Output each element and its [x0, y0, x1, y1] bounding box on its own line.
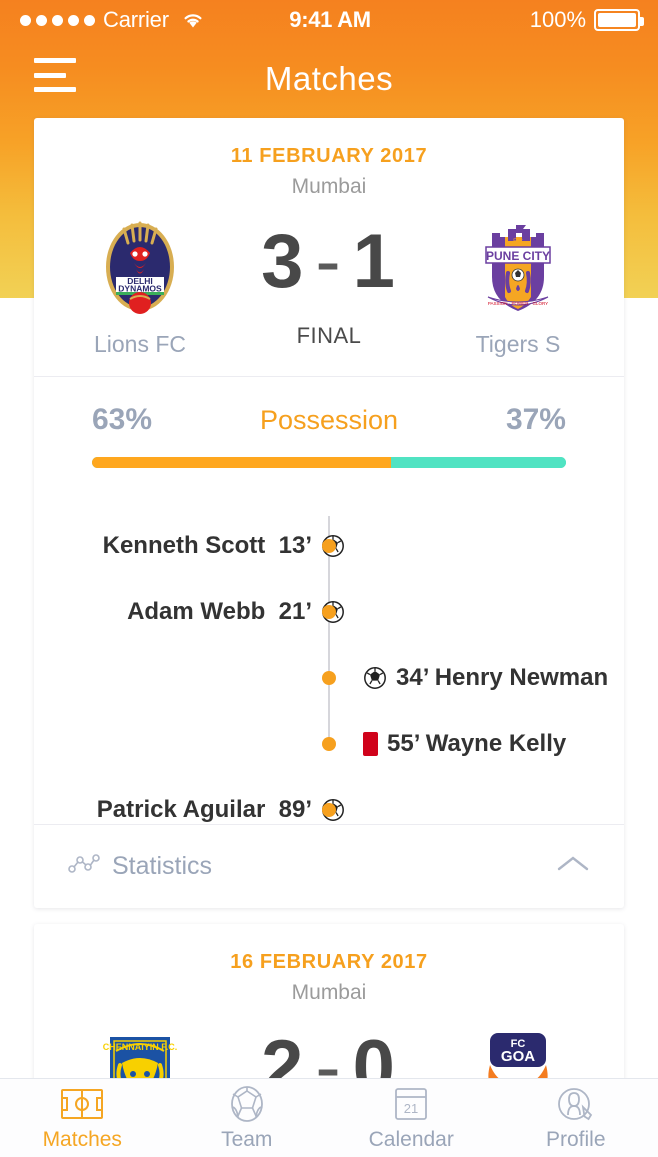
- possession-section: 63% Possession 37%: [34, 377, 624, 468]
- possession-bar-away: [390, 457, 566, 468]
- away-score: 1: [352, 219, 397, 304]
- svg-text:GOA: GOA: [501, 1048, 535, 1065]
- match-city: Mumbai: [291, 175, 367, 198]
- tab-calendar[interactable]: 21 Calendar: [329, 1079, 494, 1157]
- red-card-icon: [363, 732, 378, 756]
- timeline-event-label: Adam Webb 21’: [127, 598, 312, 625]
- soccer-ball-icon: [225, 1084, 269, 1124]
- statistics-label: Statistics: [112, 852, 213, 880]
- away-score: 0: [352, 1025, 397, 1080]
- status-bar: Carrier 9:41 AM 100%: [0, 0, 658, 40]
- home-team[interactable]: DELHI DYNAMOS Lions FC: [52, 213, 228, 358]
- timeline-event-label: 34’ Henry Newman: [396, 664, 609, 691]
- match-date: 11 FEBRUARY 2017: [230, 145, 428, 167]
- matches-scroll-area[interactable]: 11 FEBRUARY 2017 Mumbai DELHI DYNAMOS Li…: [0, 0, 658, 1080]
- tab-profile-label: Profile: [545, 1128, 606, 1151]
- timeline-event: 55’ Wayne Kelly: [354, 730, 566, 758]
- scoreline: CHENNAIYIN F.C. 2-0 FC GOA: [34, 1005, 624, 1080]
- home-score: 2: [261, 1025, 306, 1080]
- battery-full-icon: [594, 9, 645, 31]
- status-bar-left: Carrier: [0, 7, 289, 33]
- svg-text:CHENNAIYIN F.C.: CHENNAIYIN F.C.: [103, 1042, 178, 1052]
- home-team[interactable]: CHENNAIYIN F.C.: [52, 1019, 228, 1080]
- possession-label: Possession: [259, 405, 399, 435]
- statistics-toggle-row[interactable]: Statistics: [34, 824, 624, 908]
- chennaiyin-fc-crest: CHENNAIYIN F.C.: [94, 1019, 186, 1080]
- fc-goa-crest: FC GOA: [472, 1019, 564, 1080]
- pune-city-crest: F C PUNE CITY PASSION · POWER · GLORY: [472, 213, 564, 317]
- home-team-name: Lions FC: [93, 331, 187, 357]
- svg-text:PUNE CITY: PUNE CITY: [486, 249, 550, 263]
- signal-strength-icon: [20, 14, 95, 26]
- tab-calendar-label: Calendar: [368, 1128, 454, 1151]
- calendar-badge: 21: [404, 1101, 418, 1116]
- timeline-event-label: Patrick Aguilar 89’: [96, 796, 312, 823]
- timeline-event: Adam Webb 21’: [127, 598, 354, 626]
- svg-text:PASSION · POWER · GLORY: PASSION · POWER · GLORY: [488, 301, 548, 306]
- navigation-bar: Matches: [0, 40, 658, 118]
- match-status: FINAL: [296, 323, 362, 348]
- profile-edit-icon: [554, 1084, 598, 1124]
- score-value: 3-1: [261, 219, 397, 305]
- timeline-event-dot: [322, 539, 336, 553]
- timeline-event-dot: [322, 737, 336, 751]
- possession-bar: [92, 457, 566, 468]
- battery-percent-label: 100%: [529, 7, 587, 32]
- delhi-dynamos-crest: DELHI DYNAMOS: [94, 213, 186, 317]
- carrier-label: Carrier: [103, 7, 169, 32]
- match-events-timeline: Kenneth Scott 13’ Adam Webb 21’ 34’ Henry …: [34, 468, 624, 823]
- timeline-event-dot: [322, 671, 336, 685]
- scoreline: DELHI DYNAMOS Lions FC 3-1 FINAL F C PUN…: [34, 199, 624, 358]
- hamburger-menu-icon[interactable]: [34, 58, 76, 92]
- tab-team[interactable]: Team: [165, 1079, 330, 1157]
- away-team[interactable]: FC GOA: [430, 1019, 606, 1080]
- match-card[interactable]: 16 FEBRUARY 2017 Mumbai CHENNAIYIN F.C.: [34, 924, 624, 1080]
- wifi-icon: [181, 11, 205, 29]
- timeline-event-label: 55’ Wayne Kelly: [387, 730, 567, 757]
- timeline-event: Kenneth Scott 13’: [103, 532, 354, 560]
- calendar-icon: 21: [389, 1084, 433, 1124]
- possession-home-percent: 63%: [92, 403, 153, 436]
- possession-away-percent: 37%: [505, 403, 566, 436]
- page-title: Matches: [264, 60, 394, 97]
- possession-bar-home: [92, 457, 391, 468]
- tab-profile[interactable]: Profile: [494, 1079, 658, 1157]
- svg-text:F C: F C: [513, 239, 523, 245]
- score-value: 2-0: [261, 1025, 397, 1080]
- score-block: 2-0: [228, 1019, 430, 1080]
- timeline-event-dot: [322, 803, 336, 817]
- bottom-tab-bar: Matches Team 21 Calendar Profile: [0, 1078, 658, 1157]
- away-team[interactable]: F C PUNE CITY PASSION · POWER · GLORY Ti…: [430, 213, 606, 358]
- soccer-ball-icon: [363, 666, 387, 690]
- timeline-event: Patrick Aguilar 89’: [97, 796, 354, 824]
- status-bar-right: 100%: [371, 7, 658, 33]
- timeline-event-label: Kenneth Scott 13’: [102, 532, 312, 559]
- score-block: 3-1 FINAL: [228, 213, 430, 349]
- home-score: 3: [261, 219, 306, 304]
- tab-matches[interactable]: Matches: [0, 1079, 165, 1157]
- score-separator: -: [315, 1025, 343, 1080]
- pitch-icon: [60, 1084, 104, 1124]
- match-card[interactable]: 11 FEBRUARY 2017 Mumbai DELHI DYNAMOS Li…: [34, 118, 624, 908]
- away-team-name: Tigers S: [475, 331, 561, 357]
- match-date: 16 FEBRUARY 2017: [230, 951, 428, 973]
- chevron-up-icon[interactable]: [556, 854, 590, 879]
- match-city: Mumbai: [291, 981, 367, 1004]
- score-separator: -: [315, 219, 343, 304]
- timeline-event-dot: [322, 605, 336, 619]
- tab-team-label: Team: [221, 1128, 273, 1151]
- line-graph-icon: [68, 853, 100, 880]
- timeline-event: 34’ Henry Newman: [354, 664, 608, 692]
- tab-matches-label: Matches: [42, 1128, 122, 1151]
- clock-label: 9:41 AM: [289, 7, 371, 32]
